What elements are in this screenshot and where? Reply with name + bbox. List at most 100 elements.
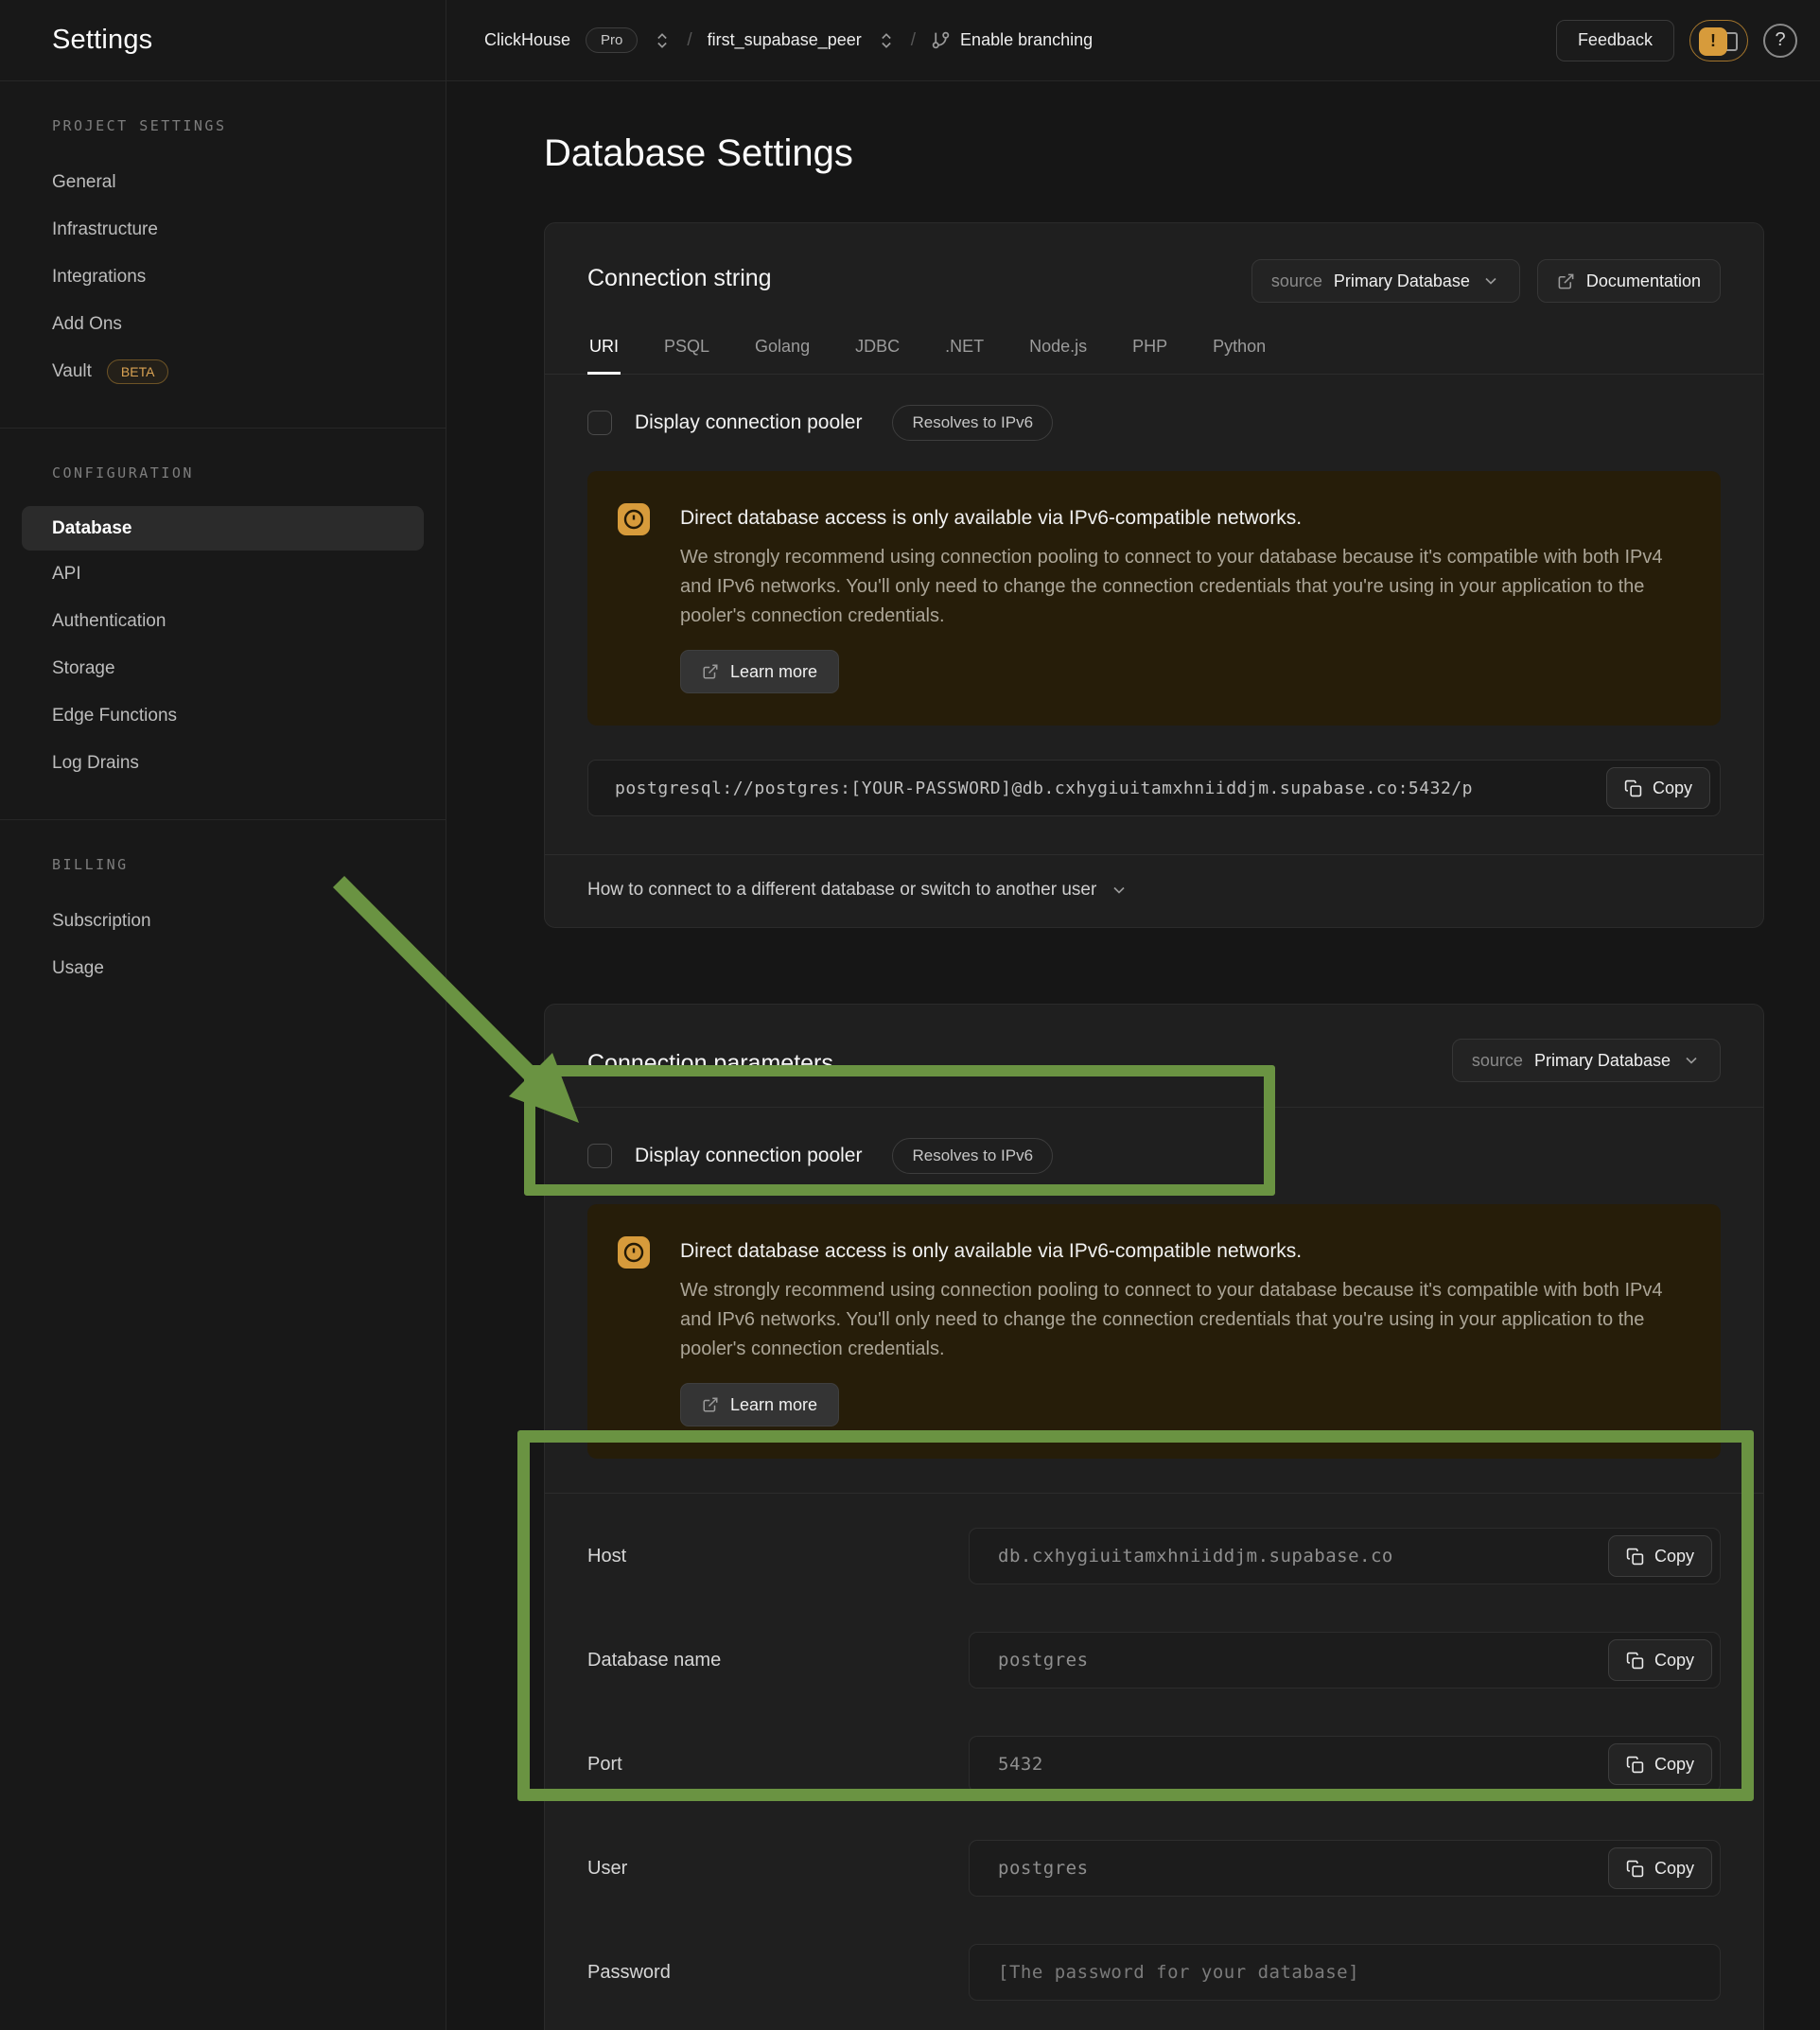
tab-uri[interactable]: URI bbox=[587, 331, 621, 375]
port-input[interactable]: 5432 Copy bbox=[969, 1736, 1721, 1793]
copy-icon bbox=[1626, 1652, 1644, 1670]
warning-body: We strongly recommend using connection p… bbox=[680, 1276, 1683, 1364]
source-dropdown[interactable]: source Primary Database bbox=[1452, 1039, 1721, 1082]
breadcrumb-project[interactable]: first_supabase_peer bbox=[708, 30, 862, 50]
tab-golang[interactable]: Golang bbox=[753, 331, 812, 374]
warning-title: Direct database access is only available… bbox=[680, 503, 1683, 534]
sidebar-section-billing: BILLING Subscription Usage bbox=[0, 819, 446, 1024]
display-connection-pooler-checkbox[interactable] bbox=[587, 411, 612, 435]
warning-icon bbox=[618, 1236, 650, 1269]
header-right-controls: Feedback ! ? bbox=[1556, 20, 1797, 61]
tab-dotnet[interactable]: .NET bbox=[943, 331, 986, 374]
sidebar-item-integrations[interactable]: Integrations bbox=[0, 254, 446, 301]
section-title: PROJECT SETTINGS bbox=[0, 117, 446, 134]
notifications-button[interactable]: ! bbox=[1689, 20, 1748, 61]
help-icon[interactable]: ? bbox=[1763, 24, 1797, 58]
documentation-button[interactable]: Documentation bbox=[1537, 259, 1721, 303]
field-label: Database name bbox=[587, 1650, 969, 1671]
section-title: CONFIGURATION bbox=[0, 464, 446, 481]
main-content: Database Settings Connection string sour… bbox=[446, 81, 1820, 2030]
pooler-checkbox-label: Display connection pooler bbox=[635, 411, 862, 434]
resolves-ipv6-badge: Resolves to IPv6 bbox=[892, 405, 1053, 441]
sidebar-item-add-ons[interactable]: Add Ons bbox=[0, 301, 446, 348]
field-label: Password bbox=[587, 1962, 969, 1984]
learn-more-button[interactable]: Learn more bbox=[680, 1383, 839, 1426]
card-title: Connection parameters bbox=[587, 1044, 833, 1077]
sidebar-item-subscription[interactable]: Subscription bbox=[0, 898, 446, 945]
connection-parameters-card: Connection parameters source Primary Dat… bbox=[544, 1004, 1764, 2030]
database-name-input[interactable]: postgres Copy bbox=[969, 1632, 1721, 1689]
warning-icon bbox=[618, 503, 650, 535]
sidebar-item-database[interactable]: Database bbox=[22, 506, 424, 551]
tab-nodejs[interactable]: Node.js bbox=[1027, 331, 1089, 374]
feedback-button[interactable]: Feedback bbox=[1556, 20, 1674, 61]
pooler-checkbox-label: Display connection pooler bbox=[635, 1145, 862, 1167]
beta-badge: BETA bbox=[107, 359, 169, 384]
copy-icon bbox=[1626, 1860, 1644, 1878]
connect-help-expander[interactable]: How to connect to a different database o… bbox=[545, 855, 1763, 927]
chevron-down-icon bbox=[1110, 881, 1129, 900]
tab-php[interactable]: PHP bbox=[1130, 331, 1169, 374]
top-header: Settings ClickHouse Pro / first_supabase… bbox=[0, 0, 1820, 81]
chevron-down-icon bbox=[1682, 1051, 1701, 1070]
user-field-row: User postgres Copy bbox=[587, 1840, 1721, 1897]
copy-port-button[interactable]: Copy bbox=[1608, 1743, 1712, 1785]
copy-icon bbox=[1626, 1548, 1644, 1566]
sidebar-item-edge-functions[interactable]: Edge Functions bbox=[0, 692, 446, 740]
section-title: BILLING bbox=[0, 856, 446, 873]
field-label: Host bbox=[587, 1546, 969, 1567]
host-input[interactable]: db.cxhygiuitamxhniiddjm.supabase.co Copy bbox=[969, 1528, 1721, 1584]
copy-host-button[interactable]: Copy bbox=[1608, 1535, 1712, 1577]
git-branch-icon bbox=[931, 30, 951, 50]
page-title: Database Settings bbox=[544, 132, 1820, 175]
sidebar-item-authentication[interactable]: Authentication bbox=[0, 598, 446, 645]
org-selector-icon[interactable] bbox=[653, 31, 672, 50]
copy-user-button[interactable]: Copy bbox=[1608, 1847, 1712, 1889]
port-field-row: Port 5432 Copy bbox=[587, 1736, 1721, 1793]
learn-more-button[interactable]: Learn more bbox=[680, 650, 839, 693]
field-label: Port bbox=[587, 1754, 969, 1776]
ipv6-warning-callout: Direct database access is only available… bbox=[587, 471, 1721, 726]
enable-branching-button[interactable]: Enable branching bbox=[931, 30, 1093, 50]
app-title: Settings bbox=[52, 25, 152, 56]
tab-python[interactable]: Python bbox=[1211, 331, 1268, 374]
plan-badge: Pro bbox=[586, 27, 638, 53]
sidebar-section-configuration: CONFIGURATION Database API Authenticatio… bbox=[0, 428, 446, 819]
field-label: User bbox=[587, 1858, 969, 1880]
warning-title: Direct database access is only available… bbox=[680, 1236, 1683, 1267]
source-dropdown[interactable]: source Primary Database bbox=[1251, 259, 1520, 303]
sidebar-item-usage[interactable]: Usage bbox=[0, 945, 446, 992]
sidebar-item-infrastructure[interactable]: Infrastructure bbox=[0, 206, 446, 254]
password-input[interactable]: [The password for your database] bbox=[969, 1944, 1721, 2001]
breadcrumb-separator: / bbox=[911, 30, 916, 51]
display-connection-pooler-checkbox[interactable] bbox=[587, 1144, 612, 1168]
sidebar-item-api[interactable]: API bbox=[0, 551, 446, 598]
sidebar-section-project-settings: PROJECT SETTINGS General Infrastructure … bbox=[0, 81, 446, 428]
external-link-icon bbox=[702, 663, 719, 680]
host-field-row: Host db.cxhygiuitamxhniiddjm.supabase.co… bbox=[587, 1528, 1721, 1584]
tab-psql[interactable]: PSQL bbox=[662, 331, 711, 374]
database-name-field-row: Database name postgres Copy bbox=[587, 1632, 1721, 1689]
alert-badge-icon: ! bbox=[1699, 27, 1727, 56]
warning-body: We strongly recommend using connection p… bbox=[680, 543, 1683, 631]
resolves-ipv6-badge: Resolves to IPv6 bbox=[892, 1138, 1053, 1174]
user-input[interactable]: postgres Copy bbox=[969, 1840, 1721, 1897]
project-selector-icon[interactable] bbox=[877, 31, 896, 50]
external-link-icon bbox=[702, 1396, 719, 1413]
ipv6-warning-callout: Direct database access is only available… bbox=[587, 1204, 1721, 1459]
connection-string-field[interactable]: postgresql://postgres:[YOUR-PASSWORD]@db… bbox=[587, 760, 1721, 816]
copy-connection-string-button[interactable]: Copy bbox=[1606, 767, 1710, 809]
connection-string-card: Connection string source Primary Databas… bbox=[544, 222, 1764, 928]
breadcrumb-org[interactable]: ClickHouse bbox=[484, 30, 570, 50]
chevron-down-icon bbox=[1481, 271, 1500, 290]
sidebar-item-general[interactable]: General bbox=[0, 159, 446, 206]
sidebar-item-log-drains[interactable]: Log Drains bbox=[0, 740, 446, 787]
connection-string-tabs: URI PSQL Golang JDBC .NET Node.js PHP Py… bbox=[545, 331, 1763, 375]
sidebar-item-storage[interactable]: Storage bbox=[0, 645, 446, 692]
card-title: Connection string bbox=[587, 259, 772, 292]
copy-icon bbox=[1626, 1756, 1644, 1774]
breadcrumb-separator: / bbox=[687, 30, 691, 51]
copy-database-name-button[interactable]: Copy bbox=[1608, 1639, 1712, 1681]
tab-jdbc[interactable]: JDBC bbox=[853, 331, 901, 374]
sidebar-item-vault[interactable]: Vault BETA bbox=[0, 348, 446, 395]
